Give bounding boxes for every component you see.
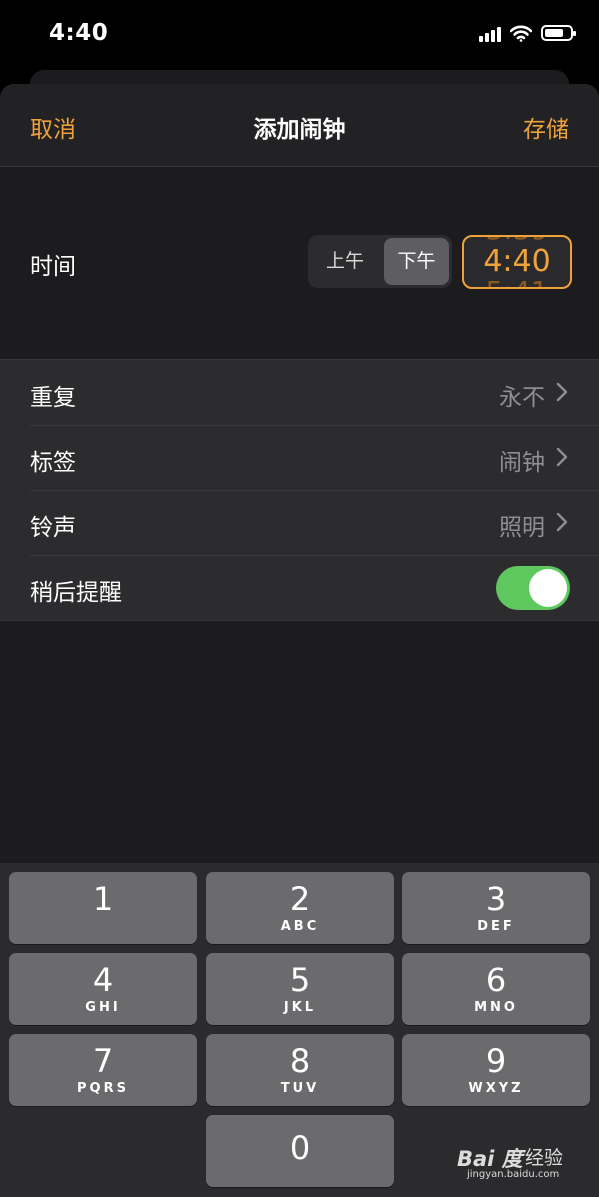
key-digit: 1 — [92, 880, 114, 918]
key-7[interactable]: 7 PQRS — [9, 1034, 197, 1106]
key-0[interactable]: 0 — [206, 1115, 394, 1187]
cellular-signal-icon — [479, 24, 501, 42]
sound-label: 铃声 — [30, 515, 76, 541]
settings-list: 重复 永不 标签 闹钟 铃声 照明 稍后提醒 — [0, 359, 599, 621]
key-digit: 6 — [485, 961, 507, 999]
tag-label: 标签 — [30, 450, 76, 476]
watermark-label: 经验 — [525, 1147, 564, 1169]
baidu-jingyan-watermark: Bai 度 经验 jingyan.baidu.com — [455, 1133, 585, 1183]
time-input[interactable]: 3:39 4:40 5:41 — [462, 235, 572, 289]
key-letters: JKL — [283, 1000, 317, 1015]
repeat-label: 重复 — [30, 385, 76, 411]
page-title: 添加闹钟 — [253, 117, 346, 143]
chevron-right-icon — [556, 382, 568, 402]
chevron-right-icon — [556, 447, 568, 467]
navigation-bar: 取消 添加闹钟 存储 — [0, 84, 599, 167]
time-value: 4:40 — [483, 244, 551, 279]
snooze-toggle[interactable] — [496, 566, 570, 610]
key-letters: ABC — [280, 919, 320, 934]
key-3[interactable]: 3 DEF — [402, 872, 590, 944]
key-9[interactable]: 9 WXYZ — [402, 1034, 590, 1106]
key-1[interactable]: 1 — [9, 872, 197, 944]
key-letters: DEF — [477, 919, 515, 934]
key-letters: PQRS — [77, 1081, 129, 1096]
key-4[interactable]: 4 GHI — [9, 953, 197, 1025]
battery-icon — [541, 25, 576, 41]
key-digit: 8 — [289, 1042, 311, 1080]
key-8[interactable]: 8 TUV — [206, 1034, 394, 1106]
key-digit: 5 — [289, 961, 311, 999]
key-digit: 2 — [289, 880, 311, 918]
key-digit: 3 — [485, 880, 507, 918]
tag-row[interactable]: 标签 闹钟 — [0, 425, 599, 490]
key-digit: 0 — [289, 1129, 311, 1167]
chevron-right-icon — [556, 512, 568, 532]
tag-value: 闹钟 — [499, 450, 545, 476]
repeat-row[interactable]: 重复 永不 — [0, 360, 599, 425]
repeat-value: 永不 — [499, 385, 545, 411]
time-next-hint: 5:41 — [464, 275, 570, 287]
key-6[interactable]: 6 MNO — [402, 953, 590, 1025]
snooze-row: 稍后提醒 — [0, 555, 599, 620]
wifi-icon — [510, 25, 532, 42]
key-digit: 7 — [92, 1042, 114, 1080]
save-button[interactable]: 存储 — [523, 110, 569, 144]
toggle-knob — [529, 569, 567, 607]
pm-segment[interactable]: 下午 — [384, 238, 449, 285]
key-2[interactable]: 2 ABC — [206, 872, 394, 944]
am-pm-segmented-control: 上午 下午 — [308, 235, 452, 288]
status-icons — [479, 24, 576, 42]
key-letters: MNO — [474, 1000, 518, 1015]
key-digit: 9 — [485, 1042, 507, 1080]
sound-value: 照明 — [499, 515, 545, 541]
sound-row[interactable]: 铃声 照明 — [0, 490, 599, 555]
watermark-url: jingyan.baidu.com — [467, 1169, 560, 1180]
status-bar: 4:40 — [0, 0, 599, 70]
status-time: 4:40 — [49, 20, 109, 46]
am-segment[interactable]: 上午 — [311, 238, 379, 285]
key-letters: WXYZ — [468, 1081, 524, 1096]
snooze-label: 稍后提醒 — [30, 580, 122, 606]
key-letters: GHI — [85, 1000, 121, 1015]
key-letters: TUV — [280, 1081, 320, 1096]
time-label: 时间 — [30, 254, 76, 280]
key-digit: 4 — [92, 961, 114, 999]
key-5[interactable]: 5 JKL — [206, 953, 394, 1025]
